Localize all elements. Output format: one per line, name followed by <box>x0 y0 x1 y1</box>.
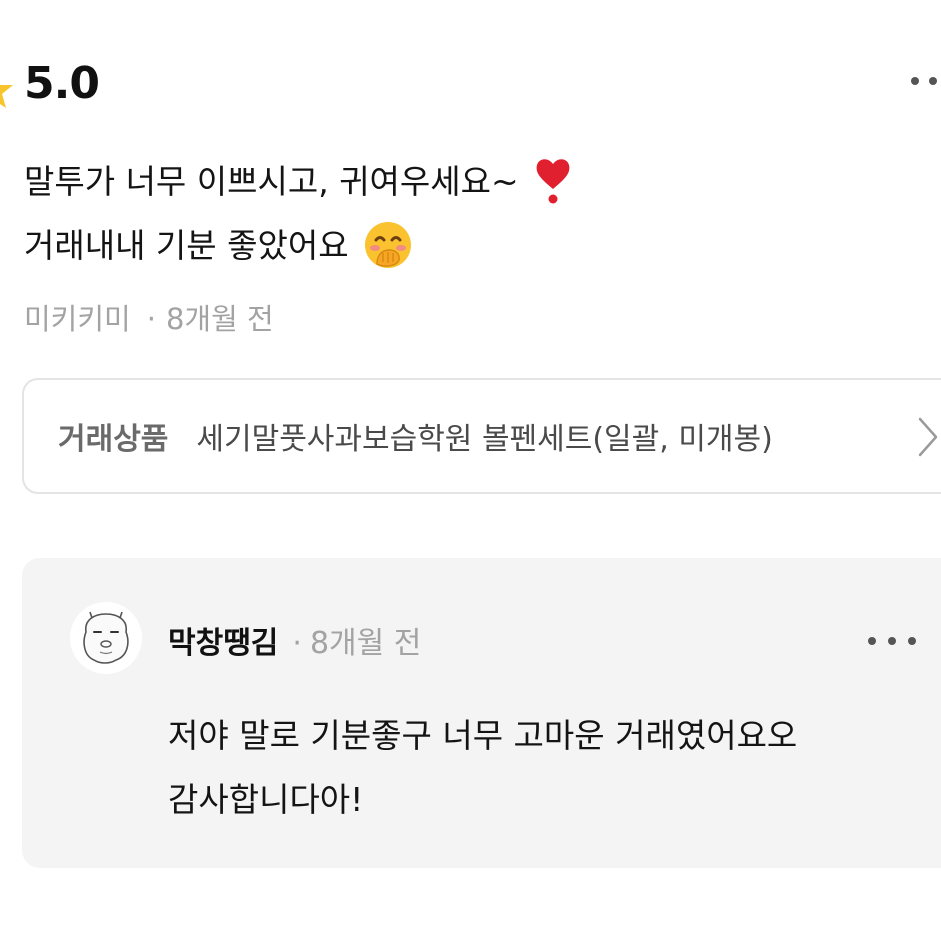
reply-author[interactable]: 막창땡김 <box>168 626 278 661</box>
separator-dot: · <box>146 302 156 336</box>
reply-text: 저야 말로 기분좋구 너무 고마운 거래였어요오 감사합니다아! <box>168 704 797 832</box>
face-with-hand-over-mouth-icon <box>365 221 412 268</box>
star-icon <box>0 85 13 108</box>
reply-time: 8개월 전 <box>309 626 422 661</box>
review-text-line: 말투가 너무 이쁘시고, 귀여우세요~ <box>24 150 573 214</box>
separator-dot: · <box>292 626 302 661</box>
product-label: 거래상품 <box>58 422 169 457</box>
reply-header: 막창땡김 · 8개월 전 <box>168 618 421 662</box>
seller-reply-card: 막창땡김 · 8개월 전 저야 말로 기분좋구 너무 고마운 거래였어요오 감사합니… <box>22 558 941 868</box>
heart-icon <box>536 158 570 203</box>
review-author[interactable]: 미키키미 <box>24 302 131 336</box>
rating-value: 5.0 <box>24 58 100 109</box>
chevron-right-icon <box>918 417 938 457</box>
product-name: 세기말풋사과보습학원 볼펜세트(일괄, 미개봉) <box>196 422 773 457</box>
review-meta: 미키키미 · 8개월 전 <box>24 296 274 338</box>
more-options-icon[interactable] <box>907 66 941 96</box>
review-text: 말투가 너무 이쁘시고, 귀여우세요~ 거래내내 기분 좋았어요 <box>24 150 573 278</box>
avatar[interactable] <box>70 602 142 674</box>
reply-more-options-icon[interactable] <box>864 626 924 656</box>
product-card[interactable]: 거래상품 세기말풋사과보습학원 볼펜세트(일괄, 미개봉) <box>22 378 941 494</box>
reply-text-line: 저야 말로 기분좋구 너무 고마운 거래였어요오 <box>168 716 798 755</box>
reply-text-line: 감사합니다아! <box>168 780 364 819</box>
review-text-line: 거래내내 기분 좋았어요 <box>24 214 573 278</box>
review-time: 8개월 전 <box>165 302 274 336</box>
avatar-icon <box>70 602 142 674</box>
